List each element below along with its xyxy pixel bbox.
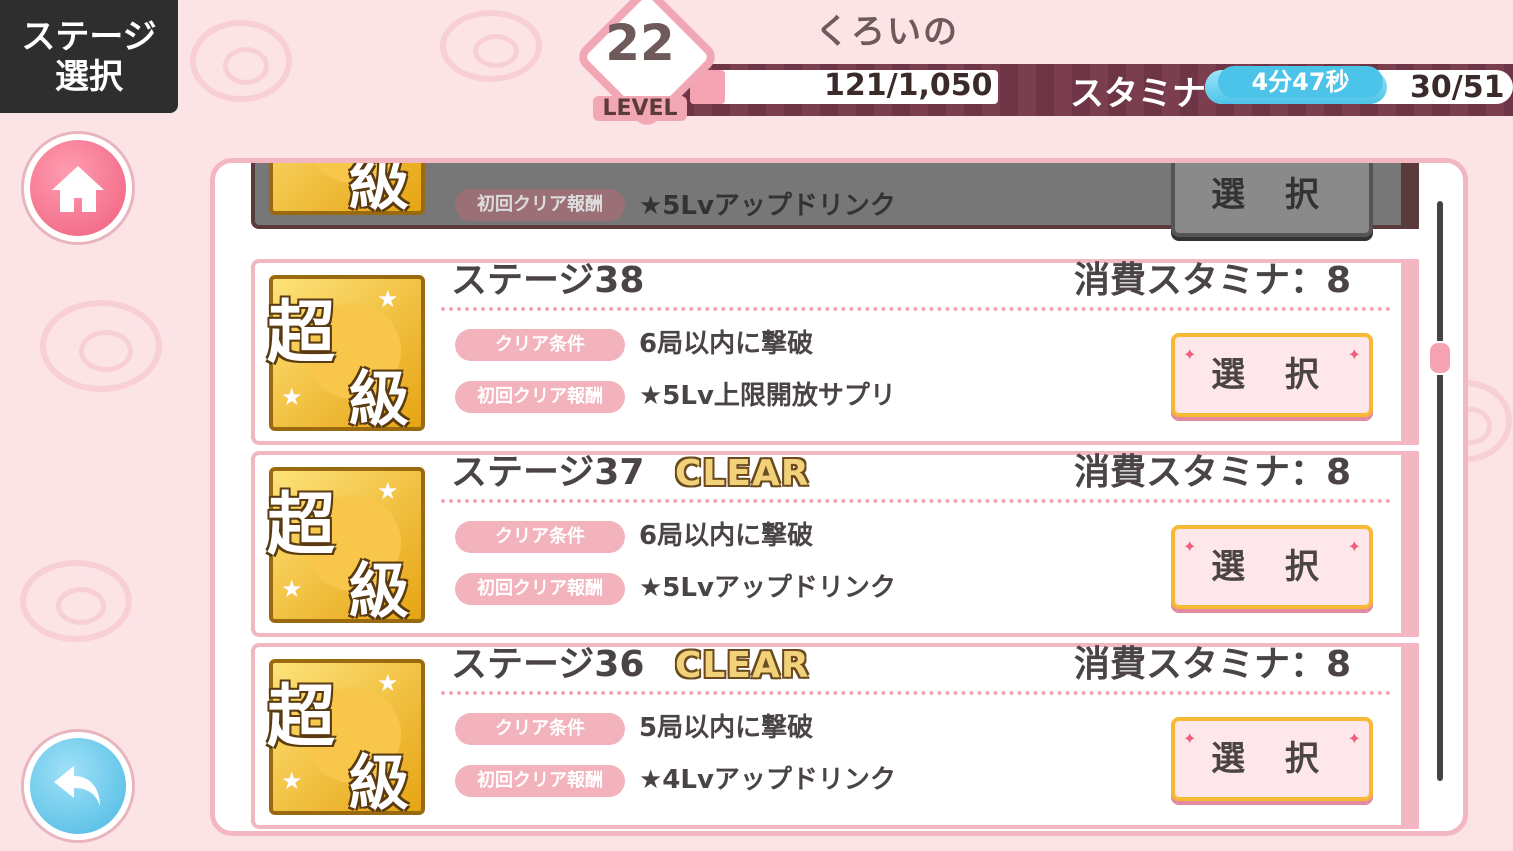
star-icon: ★	[377, 669, 399, 697]
stage-card-locked: 超 級 初回クリア報酬 ★5Lvアップドリンク 選 択	[251, 163, 1419, 237]
sparkle-icon: ✦	[1347, 345, 1361, 364]
star-icon: ★	[281, 767, 303, 795]
difficulty-badge: ★ ★ 超 級	[267, 467, 425, 627]
select-label: 選 択	[1211, 175, 1333, 215]
select-label: 選 択	[1211, 547, 1333, 587]
star-icon: ★	[377, 285, 399, 313]
scrollbar-thumb[interactable]	[1428, 341, 1452, 375]
condition-tag: クリア条件	[455, 329, 625, 361]
stamina-value: 30/51	[1410, 70, 1505, 105]
condition-text: 6局以内に撃破	[639, 521, 814, 551]
back-arrow-icon	[54, 766, 100, 806]
dotted-divider	[441, 499, 1391, 503]
back-button[interactable]	[24, 732, 132, 840]
level-number: 22	[605, 14, 675, 72]
level-label: LEVEL	[593, 96, 687, 121]
dotted-divider	[441, 307, 1391, 311]
reward-text: ★5Lvアップドリンク	[639, 191, 896, 221]
card-edge	[1401, 451, 1419, 633]
star-icon: ★	[377, 477, 399, 505]
stamina-label: スタミナ	[1070, 74, 1206, 114]
sparkle-icon: ✦	[1183, 537, 1197, 556]
scrollbar-track[interactable]	[1437, 201, 1443, 781]
difficulty-kanji-2: 級	[349, 365, 409, 435]
stage-select-label-1: ステージ	[21, 16, 157, 57]
difficulty-kanji-2: 級	[349, 749, 409, 819]
select-label: 選 択	[1211, 355, 1333, 395]
sparkle-icon: ✦	[1347, 729, 1361, 748]
difficulty-badge: ★ ★ 超 級	[267, 275, 425, 435]
difficulty-kanji-1: 超	[267, 678, 336, 757]
card-edge	[1401, 163, 1419, 225]
player-name: くろいの	[815, 12, 959, 52]
stage-select-label-2: 選択	[55, 56, 123, 97]
background-cloud	[190, 20, 292, 102]
background-cloud	[20, 560, 132, 642]
stage-card-36: ★ ★ 超 級 ステージ36 CLEAR 消費スタミナ：8 クリア条件 5局以内…	[251, 643, 1419, 829]
background-cloud	[440, 10, 542, 82]
stage-list[interactable]: 超 級 初回クリア報酬 ★5Lvアップドリンク 選 択 ★ ★ 超 級 ステージ…	[251, 163, 1419, 831]
stage-title: ステージ38	[451, 260, 645, 301]
reward-text: ★5Lv上限開放サプリ	[639, 381, 896, 411]
difficulty-kanji-2: 級	[349, 557, 409, 627]
exp-text: 121/1,050	[824, 68, 993, 103]
select-label: 選 択	[1211, 739, 1333, 779]
stage-title: ステージ36	[451, 644, 645, 685]
stage-select-tab[interactable]: ステージ 選択	[0, 0, 178, 113]
reward-text: ★5Lvアップドリンク	[639, 573, 896, 603]
home-icon	[52, 166, 104, 212]
reward-tag: 初回クリア報酬	[455, 189, 625, 221]
condition-text: 6局以内に撃破	[639, 329, 814, 359]
stamina-cost: 消費スタミナ：8	[1073, 644, 1351, 685]
stage-title: ステージ37	[451, 452, 645, 493]
condition-tag: クリア条件	[455, 521, 625, 553]
sparkle-icon: ✦	[1183, 345, 1197, 364]
star-icon: ★	[281, 383, 303, 411]
select-button: 選 択	[1171, 163, 1373, 237]
sparkle-icon: ✦	[1347, 537, 1361, 556]
stage-card-37: ★ ★ 超 級 ステージ37 CLEAR 消費スタミナ：8 クリア条件 6局以内…	[251, 451, 1419, 637]
reward-tag: 初回クリア報酬	[455, 573, 625, 605]
difficulty-badge: 超 級	[269, 163, 425, 219]
background-cloud	[40, 300, 162, 392]
level-badge: 22 LEVEL	[573, 0, 721, 131]
difficulty-kanji-2: 級	[349, 163, 409, 219]
select-button[interactable]: ✦ ✦ 選 択	[1171, 525, 1373, 609]
reward-text: ★4Lvアップドリンク	[639, 765, 896, 795]
select-button[interactable]: ✦ ✦ 選 択	[1171, 333, 1373, 417]
condition-text: 5局以内に撃破	[639, 713, 814, 743]
stamina-cost: 消費スタミナ：8	[1073, 452, 1351, 493]
stamina-cost: 消費スタミナ：8	[1073, 260, 1351, 301]
star-icon: ★	[281, 575, 303, 603]
card-edge	[1401, 643, 1419, 825]
difficulty-badge: ★ ★ 超 級	[267, 659, 425, 819]
reward-tag: 初回クリア報酬	[455, 765, 625, 797]
sparkle-icon: ✦	[1183, 729, 1197, 748]
clear-badge: CLEAR	[675, 645, 810, 686]
difficulty-kanji-1: 超	[267, 486, 336, 565]
stage-list-panel: 超 級 初回クリア報酬 ★5Lvアップドリンク 選 択 ★ ★ 超 級 ステージ…	[210, 158, 1468, 836]
condition-tag: クリア条件	[455, 713, 625, 745]
home-button[interactable]	[24, 134, 132, 242]
clear-badge: CLEAR	[675, 453, 810, 494]
stage-card-38: ★ ★ 超 級 ステージ38 消費スタミナ：8 クリア条件 6局以内に撃破 初回…	[251, 259, 1419, 445]
difficulty-kanji-1: 超	[267, 294, 336, 373]
card-edge	[1401, 259, 1419, 441]
reward-tag: 初回クリア報酬	[455, 381, 625, 413]
select-button[interactable]: ✦ ✦ 選 択	[1171, 717, 1373, 801]
stamina-timer: 4分47秒	[1218, 66, 1383, 98]
dotted-divider	[441, 691, 1391, 695]
